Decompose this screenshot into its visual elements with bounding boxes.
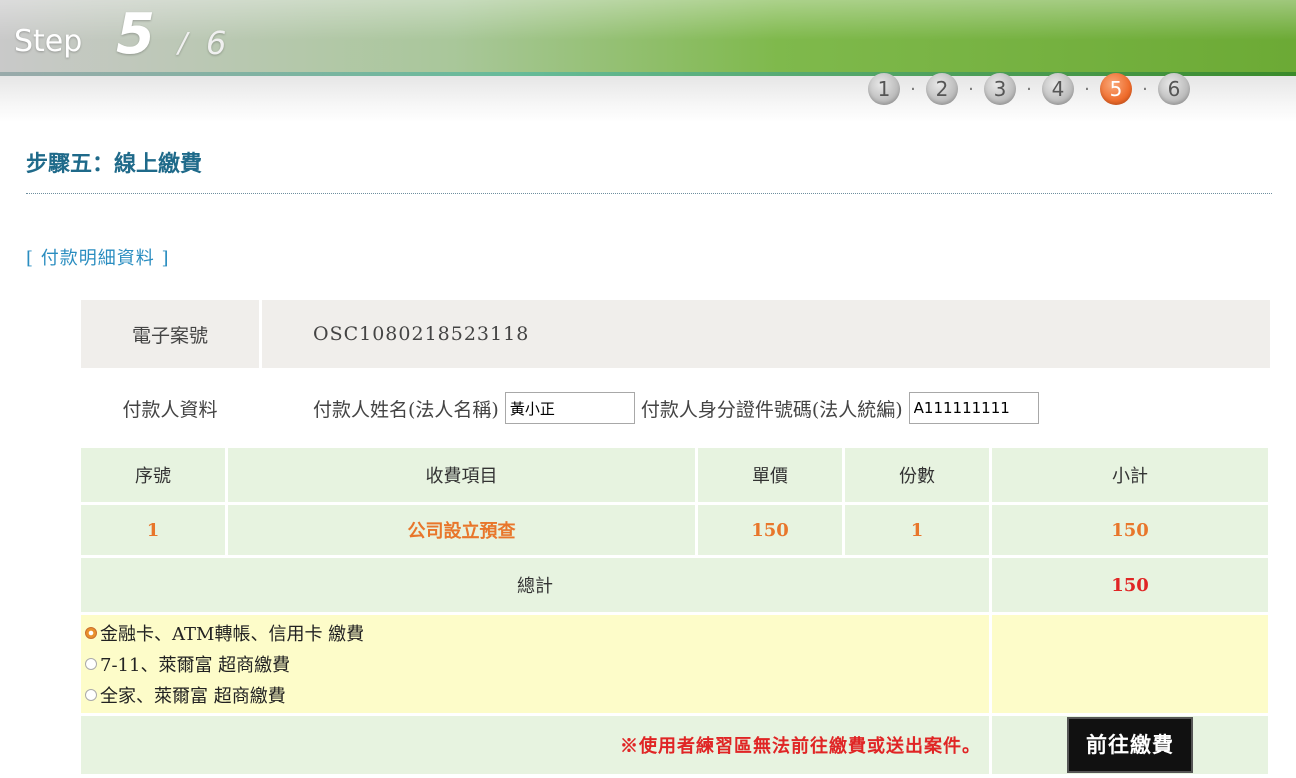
payment-option-label: 全家、萊爾富 超商繳費: [100, 686, 286, 707]
case-number-label: 電子案號: [131, 324, 208, 347]
column-header-item: 收費項目: [228, 448, 695, 502]
table-header-row: 序號 收費項目 單價 份數 小計: [81, 448, 1268, 502]
step-slash: /: [178, 26, 188, 59]
payment-option-label: 7-11、萊爾富 超商繳費: [100, 655, 291, 676]
fee-table: 序號 收費項目 單價 份數 小計 1 公司設立預查 150 1 150 總計 1…: [78, 445, 1271, 777]
step-progress-dots: 1 · 2 · 3 · 4 · 5 · 6: [868, 72, 1288, 106]
step-dot-separator: ·: [968, 78, 974, 100]
header-banner: [0, 0, 1296, 72]
column-header-quantity: 份數: [845, 448, 989, 502]
practice-notice: ※使用者練習區無法前往繳費或送出案件。: [81, 716, 989, 774]
total-row: 總計 150: [81, 558, 1268, 612]
row-item: 公司設立預查: [228, 505, 695, 555]
total-steps-number: 6: [206, 24, 227, 62]
total-label: 總計: [81, 558, 989, 612]
case-number-row: 電子案號 OSC1080218523118: [81, 300, 1270, 368]
case-number-value: OSC1080218523118: [313, 323, 530, 345]
payer-id-input[interactable]: [908, 392, 1039, 424]
step-dot-separator: ·: [910, 78, 916, 100]
step-word: Step: [14, 24, 83, 59]
step-dot-separator: ·: [1084, 78, 1090, 100]
payment-option-label: 金融卡、ATM轉帳、信用卡 繳費: [100, 624, 365, 645]
payment-blank-cell: [992, 615, 1268, 713]
payment-options: 金融卡、ATM轉帳、信用卡 繳費 7-11、萊爾富 超商繳費 全家、萊爾富 超商…: [81, 615, 989, 713]
payer-info-label: 付款人資料: [122, 398, 218, 421]
column-header-subtotal: 小計: [992, 448, 1268, 502]
payment-option-familymart-hilife[interactable]: 全家、萊爾富 超商繳費: [85, 680, 989, 711]
radio-unchecked-icon[interactable]: [85, 689, 97, 701]
notice-row: ※使用者練習區無法前往繳費或送出案件。 前往繳費: [81, 716, 1268, 774]
step-dot-4: 4: [1042, 73, 1074, 105]
payer-id-label: 付款人身分證件號碼(法人統編): [640, 398, 903, 421]
payment-option-card-atm[interactable]: 金融卡、ATM轉帳、信用卡 繳費: [85, 618, 989, 649]
step-dot-5-active: 5: [1100, 73, 1132, 105]
title-divider: [26, 193, 1272, 194]
payer-name-input[interactable]: [504, 392, 635, 424]
radio-unchecked-icon[interactable]: [85, 658, 97, 670]
column-header-seq: 序號: [81, 448, 225, 502]
row-seq: 1: [81, 505, 225, 555]
payment-method-row: 金融卡、ATM轉帳、信用卡 繳費 7-11、萊爾富 超商繳費 全家、萊爾富 超商…: [81, 615, 1268, 713]
payment-option-711-hilife[interactable]: 7-11、萊爾富 超商繳費: [85, 649, 989, 680]
radio-checked-icon[interactable]: [85, 627, 97, 639]
go-pay-button[interactable]: 前往繳費: [1067, 717, 1193, 773]
column-header-unit-price: 單價: [698, 448, 842, 502]
row-subtotal: 150: [992, 505, 1268, 555]
pay-button-cell: 前往繳費: [992, 716, 1268, 774]
page-title: 步驟五：線上繳費: [26, 151, 203, 177]
row-quantity: 1: [845, 505, 989, 555]
table-row: 1 公司設立預查 150 1 150: [81, 505, 1268, 555]
step-dot-3: 3: [984, 73, 1016, 105]
step-dot-separator: ·: [1142, 78, 1148, 100]
payer-info-row: 付款人資料 付款人姓名(法人名稱) 付款人身分證件號碼(法人統編): [81, 376, 1270, 440]
row-unit-price: 150: [698, 505, 842, 555]
step-dot-1: 1: [868, 73, 900, 105]
step-dot-6: 6: [1158, 73, 1190, 105]
payer-fields: 付款人姓名(法人名稱) 付款人身分證件號碼(法人統編): [313, 376, 1045, 440]
payer-name-label: 付款人姓名(法人名稱): [313, 398, 499, 421]
current-step-number: 5: [116, 2, 155, 67]
case-divider: [259, 300, 262, 368]
step-dot-2: 2: [926, 73, 958, 105]
step-dot-separator: ·: [1026, 78, 1032, 100]
total-value: 150: [992, 558, 1268, 612]
section-label: [ 付款明細資料 ]: [26, 248, 170, 269]
